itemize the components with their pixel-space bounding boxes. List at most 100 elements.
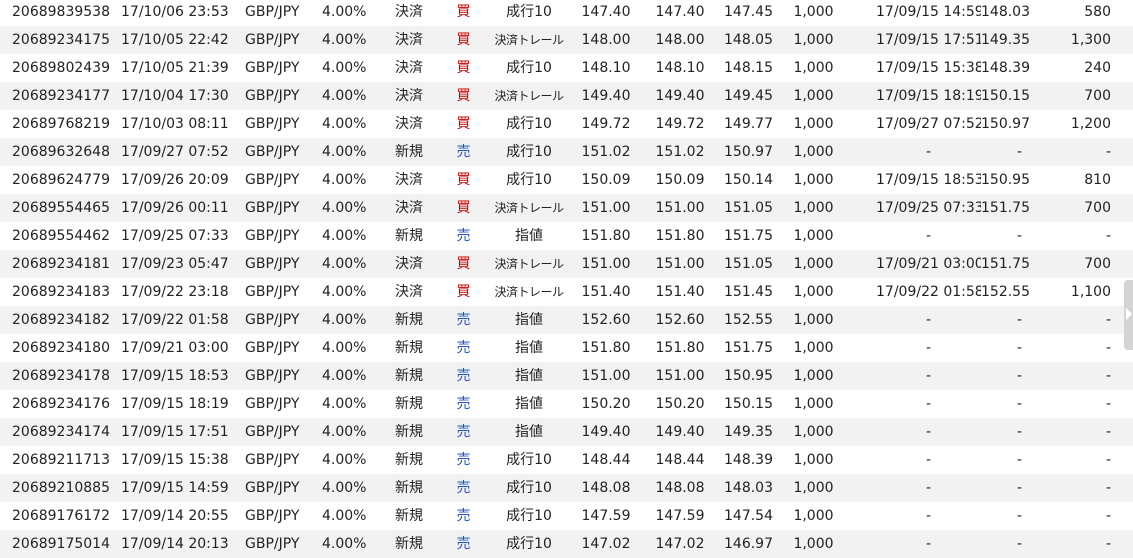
- executed-price-cell: 151.00: [655, 256, 705, 272]
- profit-loss-cell: -: [1105, 480, 1111, 496]
- table-row[interactable]: 20689768219 17/10/03 08:11 GBP/JPY 4.00% 決済 買…: [0, 110, 1133, 138]
- quantity-cell: 1,000: [793, 284, 834, 300]
- quantity-cell: 1,000: [793, 228, 834, 244]
- side-cell: 買: [456, 32, 471, 48]
- table-row[interactable]: 20689554465 17/09/26 00:11 GBP/JPY 4.00% 決済 買…: [0, 194, 1133, 222]
- order-id-cell: 20689210885: [12, 480, 110, 496]
- quantity-cell: 1,000: [793, 256, 834, 272]
- rate-cell: 4.00%: [322, 396, 367, 412]
- quantity-cell: 1,000: [793, 88, 834, 104]
- rate-cell: 4.00%: [322, 340, 367, 356]
- trade-type-cell: 決済: [395, 32, 423, 48]
- table-row[interactable]: 20689234183 17/09/22 23:18 GBP/JPY 4.00% 決済 買…: [0, 278, 1133, 306]
- table-row[interactable]: 20689234174 17/09/15 17:51 GBP/JPY 4.00% 新規 売…: [0, 418, 1133, 446]
- executed-price-cell: 147.59: [655, 508, 705, 524]
- datetime-cell: 17/10/06 23:53: [121, 4, 229, 20]
- side-cell: 買: [456, 256, 471, 272]
- executed-price-cell: 151.02: [655, 144, 705, 160]
- side-cell: 買: [456, 60, 471, 76]
- table-row[interactable]: 20689234180 17/09/21 03:00 GBP/JPY 4.00% 新規 売…: [0, 334, 1133, 362]
- order-price-cell: 149.72: [581, 116, 631, 132]
- datetime-cell: 17/09/26 20:09: [121, 172, 229, 188]
- profit-loss-cell: -: [1105, 396, 1111, 412]
- profit-loss-cell: -: [1105, 368, 1111, 384]
- table-row[interactable]: 20689802439 17/10/05 21:39 GBP/JPY 4.00% 決済 買…: [0, 54, 1133, 82]
- currency-pair-cell: GBP/JPY: [245, 200, 300, 216]
- datetime-cell: 17/09/15 14:59: [121, 480, 229, 496]
- executed-price-cell: 151.80: [655, 228, 705, 244]
- rate-cell: 4.00%: [322, 312, 367, 328]
- currency-pair-cell: GBP/JPY: [245, 480, 300, 496]
- trade-history-table-wrap: 20689839538 17/10/06 23:53 GBP/JPY 4.00% 決済買…: [0, 0, 1133, 558]
- bid-price-cell: 149.77: [724, 116, 773, 132]
- table-row[interactable]: 20689234177 17/10/04 17:30 GBP/JPY 4.00% 決済 買…: [0, 82, 1133, 110]
- executed-price-cell: 149.72: [655, 116, 705, 132]
- close-price-cell: 149.35: [981, 32, 1030, 48]
- side-cell: 売: [456, 508, 471, 524]
- table-row[interactable]: 20689176172 17/09/14 20:55 GBP/JPY 4.00% 新規 売…: [0, 502, 1133, 530]
- side-cell: 売: [456, 228, 471, 244]
- rate-cell: 4.00%: [322, 256, 367, 272]
- table-row[interactable]: 20689234182 17/09/22 01:58 GBP/JPY 4.00% 新規 売…: [0, 306, 1133, 334]
- order-method-cell: 指値: [515, 312, 543, 328]
- executed-price-cell: 149.40: [655, 88, 705, 104]
- rate-cell: 4.00%: [322, 228, 367, 244]
- table-row[interactable]: 20689632648 17/09/27 07:52 GBP/JPY 4.00% 新規 売…: [0, 138, 1133, 166]
- table-row[interactable]: 20689211713 17/09/15 15:38 GBP/JPY 4.00% 新規 売…: [0, 446, 1133, 474]
- rate-cell: 4.00%: [322, 172, 367, 188]
- datetime-cell: 17/09/14 20:55: [121, 508, 229, 524]
- order-price-cell: 151.00: [581, 200, 631, 216]
- close-price-cell: 148.39: [981, 60, 1030, 76]
- close-datetime-cell: -: [925, 368, 932, 384]
- close-price-cell: -: [1016, 228, 1023, 244]
- order-id-cell: 20689176172: [12, 508, 110, 524]
- side-cell: 買: [456, 284, 471, 300]
- profit-loss-cell: -: [1105, 144, 1111, 160]
- quantity-cell: 1,000: [793, 368, 834, 384]
- order-method-cell: 決済トレール: [494, 89, 564, 103]
- order-method-cell: 成行10: [506, 144, 552, 160]
- order-price-cell: 148.00: [581, 32, 631, 48]
- datetime-cell: 17/10/04 17:30: [121, 88, 229, 104]
- order-method-cell: 指値: [515, 424, 543, 440]
- table-row[interactable]: 20689839538 17/10/06 23:53 GBP/JPY 4.00% 決済 買…: [0, 0, 1133, 26]
- quantity-cell: 1,000: [793, 116, 834, 132]
- order-method-cell: 成行10: [506, 452, 552, 468]
- order-price-cell: 150.20: [581, 396, 631, 412]
- order-id-cell: 20689234175: [12, 32, 110, 48]
- table-row[interactable]: 20689234181 17/09/23 05:47 GBP/JPY 4.00% 決済 買…: [0, 250, 1133, 278]
- profit-loss-cell: -: [1105, 340, 1111, 356]
- quantity-cell: 1,000: [793, 396, 834, 412]
- order-price-cell: 148.08: [581, 480, 631, 496]
- side-cell: 売: [456, 396, 471, 412]
- close-datetime-cell: -: [925, 424, 932, 440]
- trade-type-cell: 新規: [395, 508, 423, 524]
- scroll-tab[interactable]: [1124, 280, 1133, 350]
- currency-pair-cell: GBP/JPY: [245, 172, 300, 188]
- close-price-cell: -: [1016, 396, 1023, 412]
- order-id-cell: 20689234177: [12, 88, 110, 104]
- order-price-cell: 151.00: [581, 368, 631, 384]
- close-datetime-cell: -: [925, 396, 932, 412]
- executed-price-cell: 147.40: [655, 4, 705, 20]
- side-cell: 買: [456, 116, 471, 132]
- order-id-cell: 20689234183: [12, 284, 110, 300]
- table-row[interactable]: 20689210885 17/09/15 14:59 GBP/JPY 4.00% 新規 売…: [0, 474, 1133, 502]
- close-datetime-cell: 17/09/15 15:38: [876, 60, 981, 76]
- bid-price-cell: 151.75: [724, 228, 773, 244]
- close-datetime-cell: 17/09/22 01:58: [876, 284, 981, 300]
- trade-type-cell: 決済: [395, 256, 423, 272]
- table-row[interactable]: 20689624779 17/09/26 20:09 GBP/JPY 4.00% 決済 買…: [0, 166, 1133, 194]
- table-row[interactable]: 20689234178 17/09/15 18:53 GBP/JPY 4.00% 新規 売…: [0, 362, 1133, 390]
- table-row[interactable]: 20689234175 17/10/05 22:42 GBP/JPY 4.00% 決済 買…: [0, 26, 1133, 54]
- table-row[interactable]: 20689554462 17/09/25 07:33 GBP/JPY 4.00% 新規 売…: [0, 222, 1133, 250]
- order-id-cell: 20689234178: [12, 368, 110, 384]
- executed-price-cell: 151.40: [655, 284, 705, 300]
- rate-cell: 4.00%: [322, 284, 367, 300]
- table-row[interactable]: 20689234176 17/09/15 18:19 GBP/JPY 4.00% 新規 売…: [0, 390, 1133, 418]
- order-price-cell: 147.59: [581, 508, 631, 524]
- bid-price-cell: 151.05: [724, 256, 773, 272]
- trade-type-cell: 決済: [395, 116, 423, 132]
- profit-loss-cell: 700: [1084, 88, 1111, 104]
- close-datetime-cell: 17/09/21 03:00: [876, 256, 981, 272]
